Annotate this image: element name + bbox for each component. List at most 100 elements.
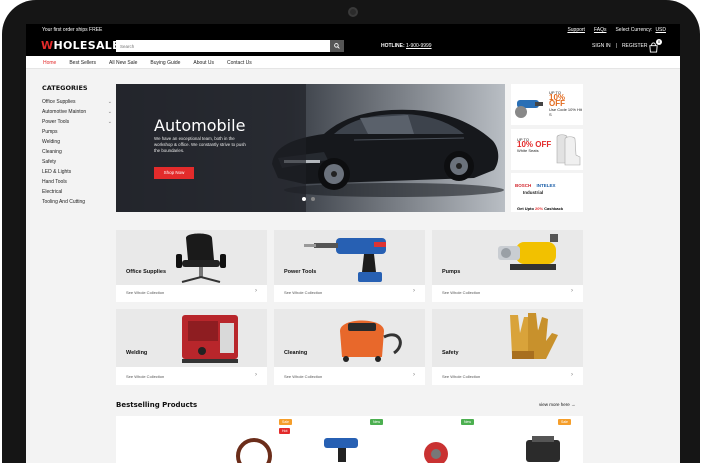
nav-item-best-sellers[interactable]: Best Sellers [69,60,96,66]
bestselling-products: Sale Hot New New Sale [116,416,583,463]
see-collection-link[interactable]: See Whole Collection [442,374,480,379]
register-link[interactable]: REGISTER [622,43,648,49]
search-icon [334,43,340,49]
brand-logos: BOSCH INTELEX Industrial [515,182,556,196]
category-safety[interactable]: Safety [42,157,112,167]
category-label: Safety [42,159,57,165]
carousel-dot[interactable] [311,197,315,201]
nav-item-all-new-sale[interactable]: All New Sale [109,60,137,66]
promo-card-seats[interactable]: UP TO 10% OFF White Seats [511,129,583,170]
category-card-welding[interactable]: Welding See Whole Collection › [116,309,267,385]
sign-in-link[interactable]: SIGN IN [592,43,611,49]
category-power-tools[interactable]: Power Tools ⌄ [42,117,112,127]
category-label: Automotive Mainton [42,109,87,115]
category-label: LED & Lights [42,169,72,175]
hero-banner[interactable]: Automobile We have an exceptional team, … [116,84,505,212]
category-office-supplies[interactable]: Office Supplies ⌄ [42,97,112,107]
top-links: Support FAQs Select Currency: USD [567,27,666,33]
drill-product-image [324,438,358,448]
currency-select[interactable]: USD [655,27,666,33]
card-image [274,309,425,367]
promo-2-sub: White Seats [517,148,539,153]
category-label: Office Supplies [42,99,76,105]
chevron-right-icon[interactable]: › [413,372,415,378]
hotline-number[interactable]: 1-900-9999 [406,43,432,49]
category-tooling-cutting[interactable]: Tooling And Cutting [42,197,112,207]
nav-item-buying-guide[interactable]: Buying Guide [150,60,180,66]
hotline: HOTLINE: 1-900-9999 [381,43,432,49]
water-pump-image [498,234,558,270]
search-input[interactable] [116,40,330,52]
category-hand-tools[interactable]: Hand Tools [42,177,112,187]
category-label: Welding [42,139,60,145]
hero-text: We have an exceptional team, both in the… [154,136,246,153]
power-drill-image [304,238,386,282]
see-collection-link[interactable]: See Whole Collection [126,374,164,379]
site-logo[interactable]: WHOLESALE [41,39,120,52]
chevron-right-icon[interactable]: › [571,288,573,294]
nav-item-home[interactable]: Home [43,60,56,66]
promo-card-brands[interactable]: BOSCH INTELEX Industrial Get Upto 20% Ca… [511,173,583,212]
category-card-safety[interactable]: Safety See Whole Collection › [432,309,583,385]
category-led-lights[interactable]: LED & Lights [42,167,112,177]
promo-1-text: UP TO 10% OFF Use Code 10% Hit S [549,90,583,117]
cashback-suffix: Cashback [544,206,564,211]
categories-sidebar: CATEGORIES Office Supplies ⌄ Automotive M… [42,84,112,207]
chevron-right-icon[interactable]: › [255,372,257,378]
header: WHOLESALE HOTLINE: 1-900-9999 SIGN IN | … [26,36,680,56]
category-label: Pumps [42,129,58,135]
category-card-power-tools[interactable]: Power Tools See Whole Collection › [274,230,425,302]
see-collection-link[interactable]: See Whole Collection [126,290,164,295]
nav-item-about-us[interactable]: About Us [193,60,214,66]
see-collection-link[interactable]: See Whole Collection [284,290,322,295]
chevron-down-icon: ⌄ [107,119,112,125]
nav-item-contact-us[interactable]: Contact Us [227,60,252,66]
steering-wheel-cover-image [236,438,272,463]
chevron-right-icon[interactable]: › [413,288,415,294]
card-title: Cleaning [284,350,308,356]
category-automotive[interactable]: Automotive Mainton ⌄ [42,107,112,117]
search-bar [116,40,344,52]
brand-bosch: BOSCH [515,183,532,188]
vacuum-cleaner-image [340,320,402,362]
logo-text: HOLESALE [53,39,120,52]
chevron-right-icon[interactable]: › [255,288,257,294]
shop-now-button[interactable]: Shop Now [154,167,194,179]
promo-1-sub: Use Code 10% Hit S [549,107,582,117]
chevron-right-icon[interactable]: › [571,372,573,378]
card-image [116,230,267,285]
screen: Your first order ships FREE Support FAQs… [26,24,680,463]
category-cleaning[interactable]: Cleaning [42,147,112,157]
faqs-link[interactable]: FAQs [594,27,607,33]
device-frame: Your first order ships FREE Support FAQs… [2,0,700,463]
cashback-text: Get Upto 20% Cashback [517,206,563,211]
carousel-dot[interactable] [302,197,306,201]
category-card-cleaning[interactable]: Cleaning See Whole Collection › [274,309,425,385]
see-collection-link[interactable]: See Whole Collection [284,374,322,379]
safety-gloves-image [510,313,558,359]
see-collection-link[interactable]: See Whole Collection [442,290,480,295]
account-separator: | [615,43,617,49]
product-images [236,436,560,463]
category-pumps[interactable]: Pumps [42,127,112,137]
chevron-down-icon: ⌄ [107,99,112,105]
category-card-office-supplies[interactable]: Office Supplies See Whole Collection › [116,230,267,302]
support-link[interactable]: Support [567,27,585,33]
cashback-prefix: Get Upto [517,206,534,211]
category-electrical[interactable]: Electrical [42,187,112,197]
bestselling-title: Bestselling Products [116,401,198,409]
view-more-link[interactable]: view more here → [539,402,576,407]
camera-dot [348,7,358,17]
engine-part-image [526,440,560,462]
category-card-pumps[interactable]: Pumps See Whole Collection › [432,230,583,302]
card-image [116,309,267,367]
promo-2-text: UP TO 10% OFF White Seats [517,137,551,153]
cart-button[interactable]: 0 [648,39,662,53]
card-image [432,230,583,285]
categories-title: CATEGORIES [42,84,88,92]
category-welding[interactable]: Welding [42,137,112,147]
search-button[interactable] [330,40,344,52]
main-nav: Home Best Sellers All New Sale Buying Gu… [26,56,680,69]
cart-count-badge: 0 [656,39,662,45]
promo-card-tools[interactable]: UP TO 10% OFF Use Code 10% Hit S [511,84,583,125]
